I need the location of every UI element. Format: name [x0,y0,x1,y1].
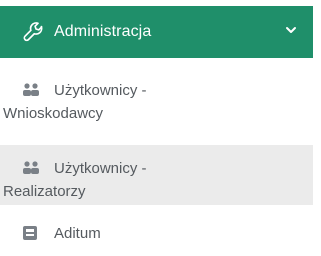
menu-header-administracja[interactable]: Administracja [0,6,313,58]
menu-item-label-line1: Aditum [54,224,101,242]
menu-item-label-line1: Użytkownicy - [54,81,147,99]
menu-item-label-line1: Użytkownicy - [54,159,147,177]
chevron-down-icon[interactable] [285,24,297,36]
menu-item-label-line2: Wnioskodawcy [3,105,104,122]
sidebar-menu: Administracja Użytkownicy - Wnioskodawcy [0,0,321,256]
users-icon [22,160,40,176]
wrench-icon [22,21,44,43]
id-card-icon [22,225,40,241]
menu-item-label-line2: Realizatorzy [3,183,86,200]
menu-item-uzytkownicy-wnioskodawcy[interactable]: Użytkownicy - Wnioskodawcy [0,79,313,141]
users-icon [22,82,40,98]
menu-header-title: Administracja [54,23,152,40]
menu-item-uzytkownicy-realizatorzy[interactable]: Użytkownicy - Realizatorzy [0,145,313,205]
menu-item-aditum[interactable]: Aditum [0,222,313,252]
